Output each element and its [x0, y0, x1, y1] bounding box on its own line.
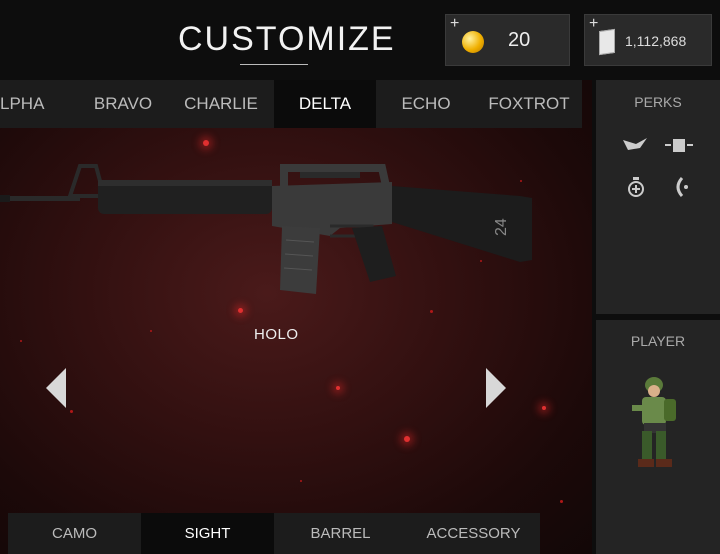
soldier-icon [632, 377, 676, 467]
loadout-tabs: LPHA BRAVO CHARLIE DELTA ECHO FOXTROT [0, 80, 582, 128]
ember-particle [70, 410, 73, 413]
ember-particle [150, 330, 152, 332]
tab-sight[interactable]: SIGHT [141, 513, 274, 554]
medic-perk-icon[interactable] [624, 176, 648, 197]
player-title: PLAYER [630, 333, 686, 349]
title-underline [240, 64, 308, 65]
cash-counter[interactable]: + 1,112,868 [584, 14, 712, 66]
ember-particle [560, 500, 563, 503]
tab-charlie[interactable]: CHARLIE [168, 80, 274, 128]
tab-echo[interactable]: ECHO [376, 80, 476, 128]
previous-arrow-icon[interactable] [46, 368, 66, 408]
ember-particle [336, 386, 340, 390]
ember-particle [542, 406, 546, 410]
ember-particle [238, 308, 243, 313]
tab-accessory[interactable]: ACCESSORY [407, 513, 540, 554]
cash-value: 1,112,868 [625, 33, 687, 49]
ember-particle [20, 340, 22, 342]
add-coins-icon[interactable]: + [450, 15, 459, 33]
armor-perk-icon[interactable] [664, 136, 693, 156]
add-cash-icon[interactable]: + [589, 15, 598, 33]
page-title: CUSTOMIZE [178, 20, 396, 58]
perks-title: PERKS [634, 94, 682, 110]
ember-particle [203, 140, 209, 146]
tab-delta[interactable]: DELTA [274, 80, 376, 128]
weapon-preview-stage [0, 80, 592, 554]
tab-camo[interactable]: CAMO [8, 513, 141, 554]
tab-barrel[interactable]: BARREL [274, 513, 407, 554]
coin-icon [462, 31, 484, 53]
player-panel[interactable]: PLAYER [596, 320, 720, 554]
ember-particle [300, 480, 302, 482]
ember-particle [430, 310, 433, 313]
tab-foxtrot[interactable]: FOXTROT [476, 80, 582, 128]
sight-attachment-label: HOLO [254, 326, 299, 343]
coins-counter[interactable]: + 20 [445, 14, 570, 66]
radio-perk-icon[interactable] [668, 176, 692, 197]
tab-bravo[interactable]: BRAVO [78, 80, 168, 128]
wing-perk-icon[interactable] [622, 136, 647, 156]
perks-panel: PERKS [596, 80, 720, 314]
cash-icon [599, 28, 615, 56]
ember-particle [404, 436, 410, 442]
stock-marking: 24 [493, 218, 510, 236]
coins-value: 20 [508, 29, 531, 51]
attachment-category-tabs: CAMO SIGHT BARREL ACCESSORY [8, 513, 540, 554]
next-arrow-icon[interactable] [486, 368, 506, 408]
tab-alpha[interactable]: LPHA [0, 80, 78, 128]
rifle-model: 24 [0, 164, 532, 294]
